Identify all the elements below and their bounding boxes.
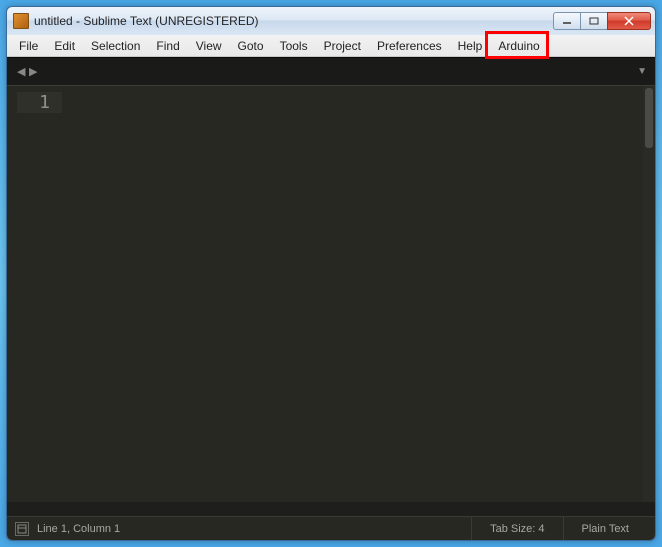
menubar: File Edit Selection Find View Goto Tools… (7, 35, 655, 57)
status-panel-icon[interactable] (15, 522, 29, 536)
status-tab-size[interactable]: Tab Size: 4 (471, 517, 562, 540)
window-controls (554, 12, 651, 30)
status-syntax[interactable]: Plain Text (563, 517, 648, 540)
menu-tools[interactable]: Tools (272, 36, 316, 56)
tab-strip: ◀ ◀ ▼ (7, 57, 655, 85)
scrollbar-thumb[interactable] (645, 88, 653, 148)
tab-dropdown-icon[interactable]: ▼ (637, 66, 647, 77)
gutter: 1 (7, 86, 62, 502)
status-position[interactable]: Line 1, Column 1 (37, 523, 120, 535)
menu-file[interactable]: File (11, 36, 46, 56)
minimize-button[interactable] (553, 12, 581, 30)
application-window: untitled - Sublime Text (UNREGISTERED) F… (6, 6, 656, 541)
app-icon (13, 13, 29, 29)
line-number: 1 (17, 92, 62, 113)
code-content[interactable] (62, 86, 625, 502)
window-title: untitled - Sublime Text (UNREGISTERED) (34, 14, 554, 28)
menu-selection[interactable]: Selection (83, 36, 148, 56)
menu-preferences[interactable]: Preferences (369, 36, 450, 56)
menu-edit[interactable]: Edit (46, 36, 83, 56)
menu-project[interactable]: Project (316, 36, 369, 56)
maximize-button[interactable] (580, 12, 608, 30)
menu-view[interactable]: View (188, 36, 230, 56)
tab-nav-right-icon[interactable]: ◀ (27, 65, 39, 78)
vertical-scrollbar[interactable] (643, 86, 655, 502)
menu-help[interactable]: Help (450, 36, 491, 56)
tab-nav-left-icon[interactable]: ◀ (15, 65, 27, 78)
menu-find[interactable]: Find (148, 36, 187, 56)
close-button[interactable] (607, 12, 651, 30)
minimap[interactable] (625, 86, 643, 502)
menu-arduino[interactable]: Arduino (490, 36, 547, 56)
horizontal-scroll-area (7, 502, 655, 516)
statusbar: Line 1, Column 1 Tab Size: 4 Plain Text (7, 516, 655, 540)
menu-goto[interactable]: Goto (230, 36, 272, 56)
titlebar[interactable]: untitled - Sublime Text (UNREGISTERED) (7, 7, 655, 35)
editor-area: 1 (7, 85, 655, 502)
